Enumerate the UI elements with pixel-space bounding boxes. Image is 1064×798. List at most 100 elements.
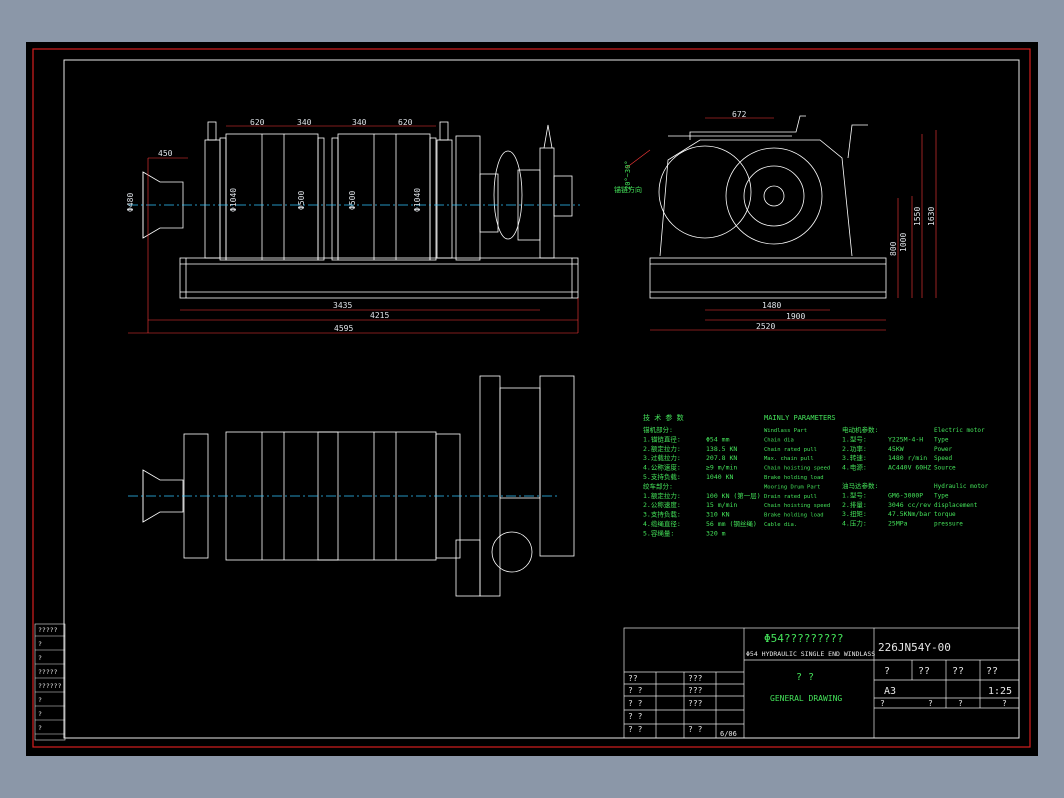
motor-value: AC440V 60HZ bbox=[888, 464, 931, 472]
param-cn-label: 2.额定拉力: bbox=[643, 444, 681, 453]
param-en-label: Chain hoisting speed bbox=[764, 503, 830, 509]
side-dim-top: 672 bbox=[732, 110, 747, 119]
param-cn-label: 锚机部分: bbox=[643, 425, 673, 434]
motor-cn-label: 4.电源: bbox=[842, 463, 867, 472]
side-dim-right-2: 1630 bbox=[927, 207, 936, 226]
sheet-size: A3 bbox=[884, 686, 896, 697]
hydraulic-cn-label: 2.排量: bbox=[842, 500, 867, 509]
motor-en-label: Power bbox=[934, 446, 952, 453]
title-head-4: ?? bbox=[986, 666, 998, 677]
dim-bottom-2: 4215 bbox=[370, 311, 389, 320]
hawse-label: 锚链方向 bbox=[614, 185, 642, 194]
param-en-label: Mooring Drum Part bbox=[764, 484, 820, 490]
param-value: 1040 KN bbox=[706, 473, 733, 481]
hydraulic-en-label: Hydraulic motor bbox=[934, 483, 989, 490]
drawing-title-en: Φ54 HYDRAULIC SINGLE END WINDLASS bbox=[746, 650, 875, 658]
param-value: 15 m/min bbox=[706, 501, 737, 509]
side-table-cell: ????? bbox=[38, 626, 58, 634]
side-table-cell: ? bbox=[38, 710, 42, 718]
hydraulic-cn-label: 油马达参数: bbox=[842, 481, 878, 490]
side-dim-bottom-1: 1480 bbox=[762, 301, 781, 310]
title-head-1: ? bbox=[884, 666, 890, 677]
dim-vert-5: Φ1040 bbox=[413, 188, 422, 212]
drawing-title-cn: Φ54????????? bbox=[764, 632, 843, 645]
side-dim-bottom-3: 2520 bbox=[756, 322, 775, 331]
param-cn-label: 3.过载拉力: bbox=[643, 453, 681, 462]
title-bottom-1: ? bbox=[880, 699, 885, 708]
param-cn-label: 5.容绳量: bbox=[643, 528, 674, 537]
side-table-cell: ? bbox=[38, 640, 42, 648]
title-row-extra: ?? bbox=[628, 674, 638, 683]
param-cn-label: 3.支持负载: bbox=[643, 510, 681, 519]
param-cn-label: 4.公称速度: bbox=[643, 463, 681, 472]
param-cn-label: 4.缆绳直径: bbox=[643, 519, 681, 528]
title-row-cell: ??? bbox=[688, 686, 703, 695]
param-value: 100 KN (第一层) bbox=[706, 491, 761, 500]
title-row-cell: ??? bbox=[688, 699, 703, 708]
hydraulic-en-label: pressure bbox=[934, 521, 963, 528]
side-table-cell: ?????? bbox=[38, 682, 62, 690]
param-value: ≥9 m/min bbox=[706, 464, 737, 472]
side-table-cell: ????? bbox=[38, 668, 58, 676]
param-value: 56 mm (钢丝绳) bbox=[706, 519, 757, 528]
param-value: 138.5 KN bbox=[706, 445, 737, 453]
cad-drawing-viewport[interactable]: 620 340 340 620 450 3435 4215 4595 Φ480 … bbox=[0, 0, 1064, 798]
title-head-2: ?? bbox=[918, 666, 930, 677]
hydraulic-value: 47.5KNm/bar bbox=[888, 510, 931, 518]
param-value: Φ54 mm bbox=[706, 435, 730, 443]
side-dim-right-4: 800 bbox=[889, 241, 898, 256]
title-row-cell: ? ? bbox=[628, 686, 643, 695]
param-value: 207.8 KN bbox=[706, 454, 737, 462]
view-title-en: GENERAL DRAWING bbox=[770, 694, 842, 703]
motor-cn-label: 1.型号: bbox=[842, 434, 867, 443]
hydraulic-cn-label: 1.型号: bbox=[842, 490, 867, 499]
params-cn-title: 技 术 参 数 bbox=[643, 413, 684, 422]
hydraulic-en-label: torque bbox=[934, 511, 956, 518]
param-en-label: Max. chain pull bbox=[764, 456, 814, 462]
param-cn-label: 绞车部分: bbox=[643, 481, 673, 490]
param-cn-label: 5.支持负载: bbox=[643, 472, 681, 481]
param-cn-label: 1.锚链直径: bbox=[643, 434, 681, 443]
hydraulic-value: GM6-3000P bbox=[888, 491, 923, 499]
motor-value: 45KW bbox=[888, 445, 904, 453]
motor-cn-label: 2.功率: bbox=[842, 444, 867, 453]
hydraulic-value: 25MPa bbox=[888, 520, 908, 528]
dim-bottom-3: 4595 bbox=[334, 324, 353, 333]
drawing-scale: 1:25 bbox=[988, 686, 1012, 697]
title-bottom-2: ? bbox=[928, 699, 933, 708]
side-dim-right-3: 1000 bbox=[899, 233, 908, 252]
title-row-cell: ? ? bbox=[628, 699, 643, 708]
param-en-label: Brake holding load bbox=[764, 513, 824, 519]
side-table-cell: ? bbox=[38, 724, 42, 732]
dim-left-offset: 450 bbox=[158, 149, 173, 158]
motor-value: Y225M-4-H bbox=[888, 435, 923, 443]
motor-value: 1480 r/min bbox=[888, 454, 927, 462]
title-bottom-3: ? bbox=[958, 699, 963, 708]
hydraulic-en-label: Type bbox=[934, 492, 949, 499]
param-en-label: Windlass Part bbox=[764, 428, 807, 434]
hydraulic-cn-label: 4.压力: bbox=[842, 519, 867, 528]
title-row-cell: ? ? bbox=[628, 712, 643, 721]
dim-vert-3: Φ500 bbox=[297, 191, 306, 210]
dim-top-4: 620 bbox=[398, 118, 413, 127]
drawing-date: 6/06 bbox=[720, 730, 737, 738]
params-en-title: MAINLY PARAMETERS bbox=[764, 414, 836, 422]
param-en-label: Drain rated pull bbox=[764, 494, 817, 500]
dim-vert-4: Φ500 bbox=[348, 191, 357, 210]
view-title-cn: ? ? bbox=[796, 672, 814, 683]
param-en-label: Chain dia bbox=[764, 437, 794, 443]
motor-en-label: Speed bbox=[934, 455, 952, 462]
dim-top-2: 340 bbox=[297, 118, 312, 127]
dim-bottom-1: 3435 bbox=[333, 301, 352, 310]
param-cn-label: 2.公称速度: bbox=[643, 500, 681, 509]
param-en-label: Cable dia. bbox=[764, 522, 797, 528]
param-value: 320 m bbox=[706, 529, 726, 537]
dim-top-1: 620 bbox=[250, 118, 265, 127]
side-table-cell: ? bbox=[38, 696, 42, 704]
title-row-extra: ??? bbox=[688, 674, 703, 683]
motor-en-label: Source bbox=[934, 465, 956, 472]
hydraulic-cn-label: 3.扭矩: bbox=[842, 509, 867, 518]
drawing-number: 226JN54Y-00 bbox=[878, 641, 951, 654]
title-row-cell: ? ? bbox=[688, 725, 703, 734]
motor-en-label: Electric motor bbox=[934, 427, 985, 434]
